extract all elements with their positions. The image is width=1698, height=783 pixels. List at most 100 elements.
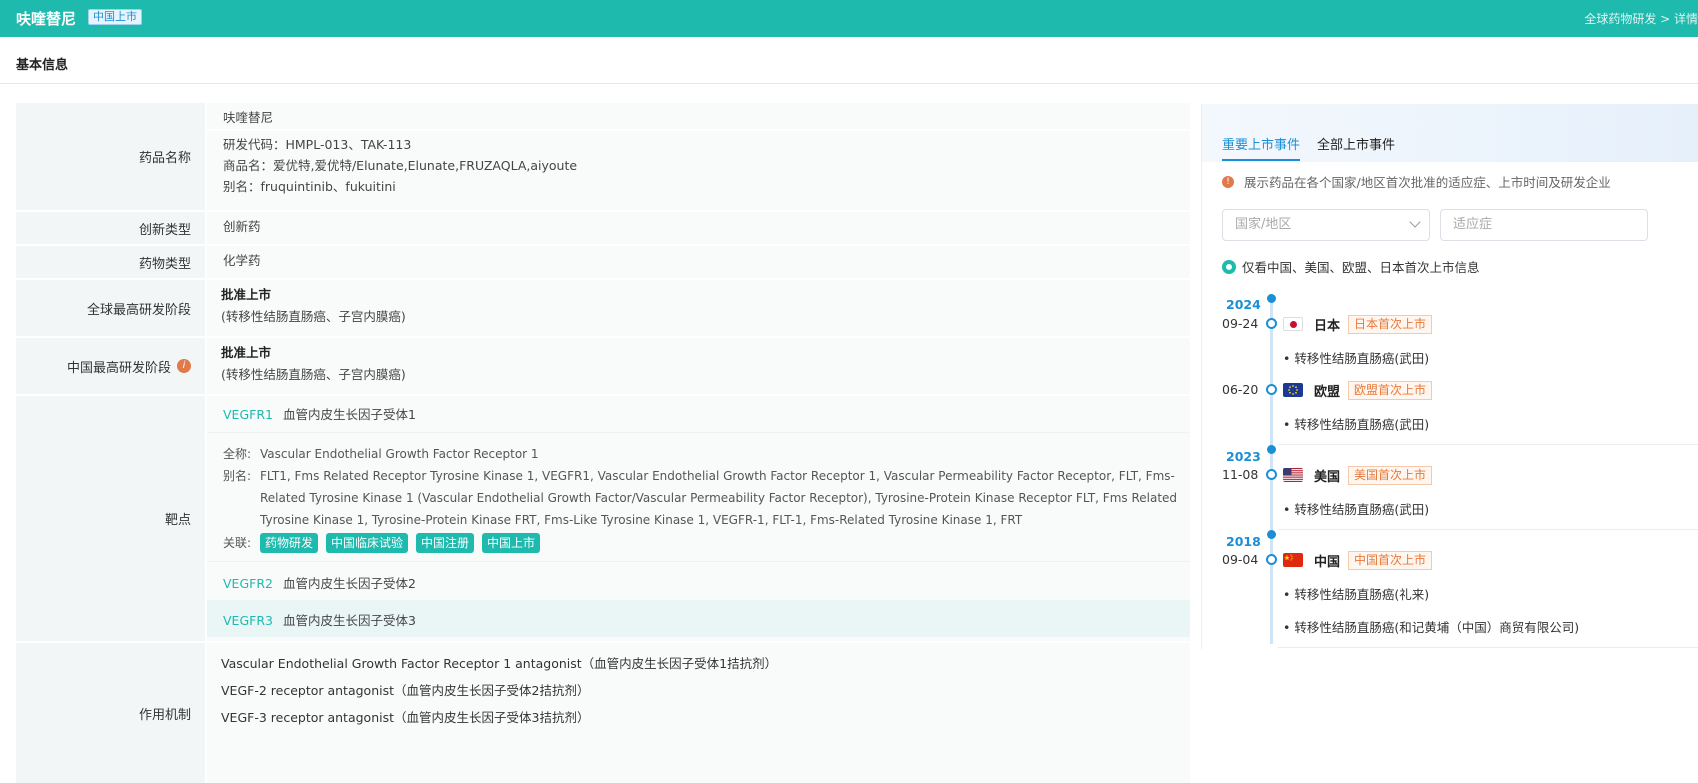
target-full-name: Vascular Endothelial Growth Factor Recep… [260,447,539,461]
target-detail: 全称: Vascular Endothelial Growth Factor R… [223,443,1178,554]
event-country: 美国 [1314,470,1341,485]
event-indication: • 转移性结肠直肠癌(礼来) [1283,587,1430,602]
chip-cn-market[interactable]: 中国上市 [482,533,541,553]
event-marker [1266,469,1277,480]
target-item[interactable]: VEGFR1 血管内皮生长因子受体1 [223,404,416,426]
event-date: 11-08 [1222,467,1259,482]
event-date: 09-04 [1222,552,1259,567]
target-name: 血管内皮生长因子受体3 [282,613,416,628]
row-drug-name: 药品名称 呋喹替尼 研发代码：HMPL-013、TAK-113 商品名：爱优特,… [16,103,1190,210]
chip-cn-trial[interactable]: 中国临床试验 [326,533,409,553]
event-indication: • 转移性结肠直肠癌(武田) [1283,351,1430,366]
drug-name-value: 呋喹替尼 [207,103,1190,129]
global-phase-note: (转移性结肠直肠癌、子宫内膜癌) [221,309,406,324]
china-flag-icon [1283,553,1303,567]
row-target: 靶点 VEGFR1 血管内皮生长因子受体1 全称: Vascular Endoth… [16,396,1190,641]
country-placeholder: 国家/地区 [1235,217,1292,232]
dev-code: 研发代码：HMPL-013、TAK-113 [223,137,412,152]
radio-button[interactable] [1222,259,1236,274]
year-marker [1267,530,1276,539]
row-mechanism: 作用机制 Vascular Endothelial Growth Factor … [16,643,1190,783]
china-phase-note: (转移性结肠直肠癌、子宫内膜癌) [221,367,406,382]
innovation-type-value: 创新药 [207,212,1190,244]
global-phase-value: 批准上市 [221,287,272,302]
divider [1278,529,1698,530]
divider [207,561,1190,562]
market-events-panel: 重要上市事件 全部上市事件 ! 展示药品在各个国家/地区首次批准的适应症、上市时… [1201,104,1698,649]
event-country: 日本 [1314,319,1341,334]
china-phase-value: 批准上市 [221,345,272,360]
row-label: 药物类型 [16,246,205,278]
major-markets-radio[interactable]: 仅看中国、美国、欧盟、日本首次上市信息 [1222,257,1480,276]
japan-flag-icon [1283,317,1303,331]
divider [207,432,1190,433]
tab-all-events[interactable]: 全部上市事件 [1317,134,1395,153]
row-label: 靶点 [16,396,205,641]
detail-key: 关联: [223,536,252,550]
event-date: 09-24 [1222,316,1259,331]
target-item[interactable]: VEGFR3 血管内皮生长因子受体3 [223,610,416,632]
target-name: 血管内皮生长因子受体1 [282,407,416,422]
year-label: 2024 [1226,297,1261,312]
detail-key: 全称: [223,447,252,461]
trade-names: 商品名：爱优特,爱优特/Elunate,Elunate,FRUZAQLA,aiy… [223,158,578,173]
section-title: 基本信息 [16,58,69,73]
drug-title: 呋喹替尼 [16,10,77,28]
event-tag: 欧盟首次上市 [1348,381,1433,400]
year-marker [1267,445,1276,454]
row-label: 全球最高研发阶段 [16,280,205,336]
event-indication: • 转移性结肠直肠癌(和记黄埔（中国）商贸有限公司) [1283,620,1580,635]
breadcrumb[interactable]: 全球药物研发 > 详情 [1584,10,1698,27]
event-country: 欧盟 [1314,385,1341,400]
row-innovation-type: 创新类型 创新药 [16,212,1190,244]
event-date: 06-20 [1222,382,1259,397]
chip-drug-rd[interactable]: 药物研发 [260,533,319,553]
row-drug-type: 药物类型 化学药 [16,246,1190,278]
top-header-bar: 呋喹替尼 中国上市 全球药物研发 > 详情 [0,0,1698,37]
radio-label: 仅看中国、美国、欧盟、日本首次上市信息 [1242,260,1480,275]
year-label: 2018 [1226,534,1261,549]
event-tag: 中国首次上市 [1348,551,1433,570]
mechanism-line: VEGF-2 receptor antagonist（血管内皮生长因子受体2拮抗… [221,683,590,698]
target-code[interactable]: VEGFR1 [223,407,273,422]
row-label: 中国最高研发阶段 [66,360,171,376]
mechanism-line: Vascular Endothelial Growth Factor Recep… [221,656,778,671]
mechanism-line: VEGF-3 receptor antagonist（血管内皮生长因子受体3拮抗… [221,710,590,725]
tab-key-events[interactable]: 重要上市事件 [1222,134,1301,161]
us-flag-icon [1283,468,1303,482]
year-marker [1267,294,1276,303]
detail-key: 别名: [223,469,252,483]
row-label: 药品名称 [16,103,205,210]
info-icon[interactable]: i [177,359,191,373]
target-code[interactable]: VEGFR2 [223,576,273,591]
chevron-down-icon [1409,216,1421,228]
divider [1278,444,1698,445]
divider [1278,647,1698,648]
row-label: 创新类型 [16,212,205,244]
event-marker [1266,318,1277,329]
event-indication: • 转移性结肠直肠癌(武田) [1283,502,1430,517]
panel-hint: ! 展示药品在各个国家/地区首次批准的适应症、上市时间及研发企业 [1222,172,1611,191]
row-china-phase: 中国最高研发阶段 i 批准上市 (转移性结肠直肠癌、子宫内膜癌) [16,338,1190,394]
event-country: 中国 [1314,555,1341,570]
target-code[interactable]: VEGFR3 [223,613,273,628]
status-badge: 中国上市 [88,9,142,25]
chip-cn-reg[interactable]: 中国注册 [416,533,475,553]
event-marker [1266,384,1277,395]
section-divider [0,83,1698,84]
drug-type-value: 化学药 [207,246,1190,278]
event-tag: 日本首次上市 [1348,315,1433,334]
target-aliases: FLT1, Fms Related Receptor Tyrosine Kina… [260,469,1178,527]
indication-placeholder: 适应症 [1453,217,1493,232]
row-global-phase: 全球最高研发阶段 批准上市 (转移性结肠直肠癌、子宫内膜癌) [16,280,1190,336]
target-item[interactable]: VEGFR2 血管内皮生长因子受体2 [223,573,416,595]
target-name: 血管内皮生长因子受体2 [282,576,416,591]
info-icon: ! [1222,175,1234,188]
row-label: 作用机制 [16,643,205,783]
country-select[interactable]: 国家/地区 [1222,209,1430,241]
eu-flag-icon [1283,383,1303,397]
year-label: 2023 [1226,449,1261,464]
event-tag: 美国首次上市 [1348,466,1433,485]
aliases: 别名：fruquintinib、fukuitini [223,179,396,194]
indication-input[interactable]: 适应症 [1440,209,1648,241]
